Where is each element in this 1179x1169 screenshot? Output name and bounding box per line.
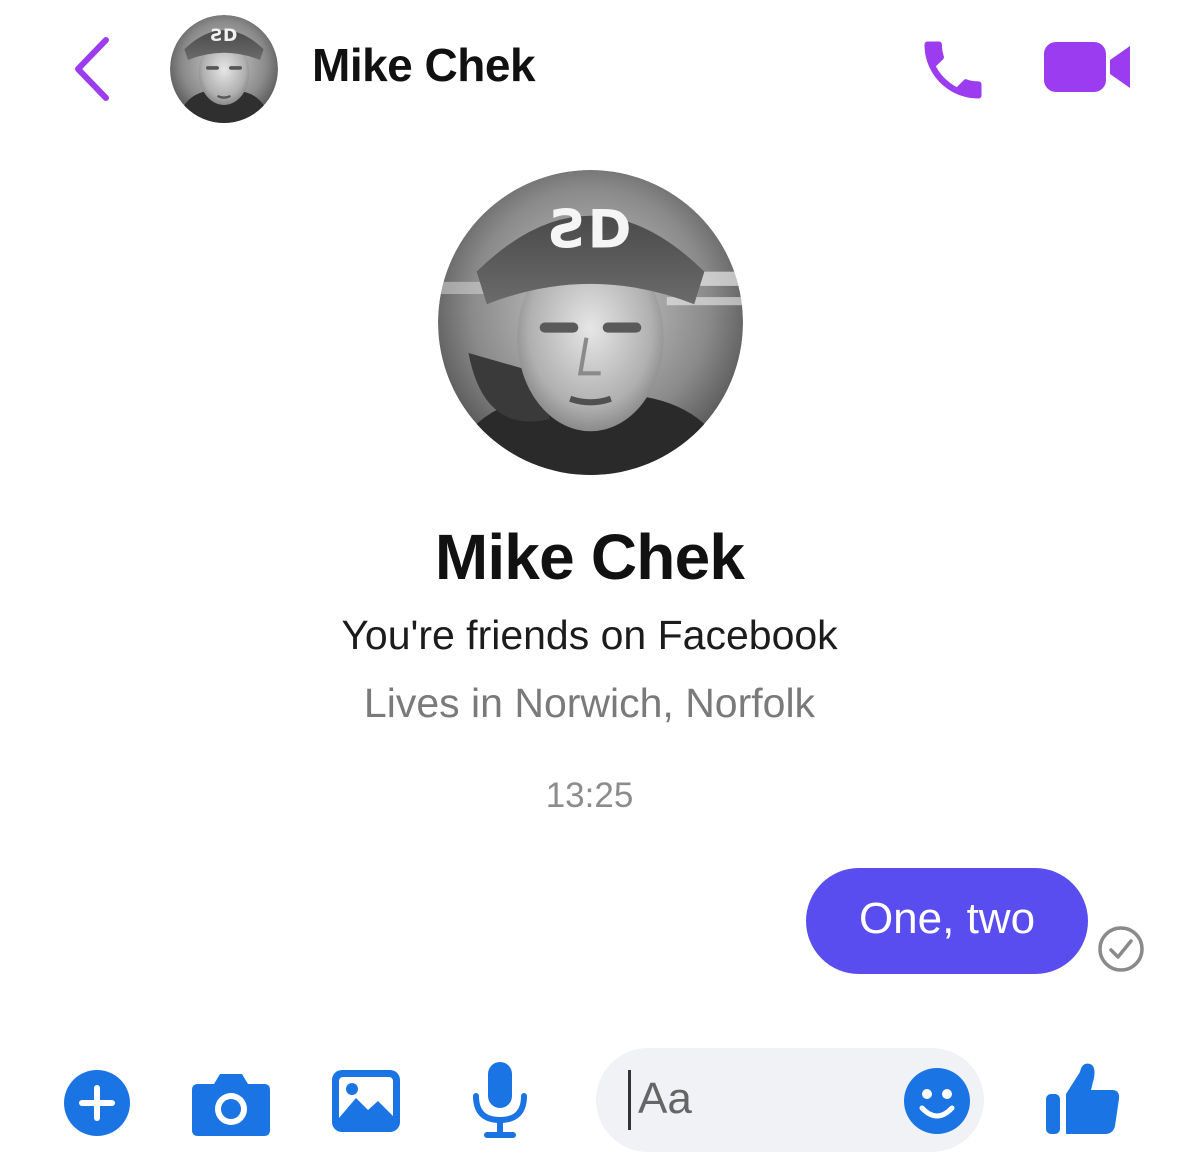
plus-icon xyxy=(64,1070,130,1136)
like-button[interactable] xyxy=(1044,1058,1122,1138)
profile-name: Mike Chek xyxy=(434,521,745,593)
emoji-icon xyxy=(904,1068,970,1134)
friendship-status: You're friends on Facebook xyxy=(341,612,838,658)
camera-icon xyxy=(192,1074,270,1136)
video-call-button[interactable] xyxy=(1040,36,1134,98)
header-contact-name[interactable]: Mike Chek xyxy=(312,38,536,92)
video-camera-icon xyxy=(1044,42,1130,92)
contact-avatar[interactable]: ƧD xyxy=(170,15,278,123)
thumbs-up-icon xyxy=(1046,1063,1120,1134)
back-button[interactable] xyxy=(62,34,122,104)
message-timestamp: 13:25 xyxy=(545,776,634,815)
more-actions-button[interactable] xyxy=(62,1068,132,1138)
microphone-icon xyxy=(473,1062,527,1138)
profile-photo: ƧD xyxy=(170,15,278,123)
outgoing-message-bubble[interactable]: One, two xyxy=(806,868,1088,974)
input-placeholder: Aa xyxy=(638,1074,692,1123)
messenger-chat-screen: ƧD Mike Chek ƧD Mike Chek You're friends… xyxy=(0,0,1179,1169)
cap-logo: ƧD xyxy=(211,26,238,46)
emoji-button[interactable] xyxy=(902,1066,972,1136)
chevron-left-icon xyxy=(75,37,109,101)
profile-photo: ƧD xyxy=(438,170,743,475)
delivered-check-icon xyxy=(1096,924,1146,974)
phone-icon xyxy=(924,41,982,99)
image-icon xyxy=(332,1070,400,1132)
voice-message-button[interactable] xyxy=(470,1060,530,1140)
profile-location: Lives in Norwich, Norfolk xyxy=(363,680,816,726)
gallery-button[interactable] xyxy=(330,1068,402,1134)
camera-button[interactable] xyxy=(190,1068,272,1138)
message-text: One, two xyxy=(858,894,1036,943)
cap-logo: ƧD xyxy=(550,199,632,260)
voice-call-button[interactable] xyxy=(915,32,991,108)
profile-avatar-large: ƧD xyxy=(438,170,743,475)
text-caret xyxy=(628,1070,631,1130)
